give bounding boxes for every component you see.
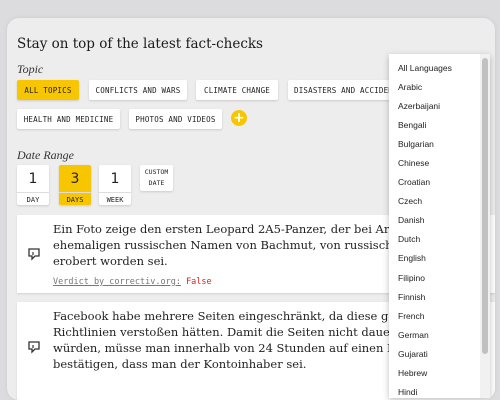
language-dropdown[interactable]: All Languages Arabic Azerbaijani Bengali… <box>389 54 490 398</box>
language-option[interactable]: Bengali <box>389 115 490 134</box>
date-option-number: 1 <box>28 171 38 187</box>
factcheck-widget: Stay on top of the latest fact-checks To… <box>7 18 495 400</box>
scrollbar-thumb[interactable] <box>482 58 488 354</box>
date-option-unit: DAY <box>17 192 49 204</box>
topic-chip-disasters-and-accidents[interactable]: DISASTERS AND ACCIDENTS <box>288 80 398 100</box>
language-list: All Languages Arabic Azerbaijani Bengali… <box>389 54 490 398</box>
topic-label: Topic <box>17 62 44 76</box>
language-option-all[interactable]: All Languages <box>389 58 490 77</box>
date-option-unit: WEEK <box>99 192 131 204</box>
language-option[interactable]: Hebrew <box>389 364 490 383</box>
topic-chip-all-topics[interactable]: ALL TOPICS <box>17 80 79 100</box>
add-topic-button[interactable]: + <box>231 110 247 126</box>
verdict: Verdict by correctiv.org: False <box>53 277 212 287</box>
language-option[interactable]: Dutch <box>389 230 490 249</box>
language-option[interactable]: Gujarati <box>389 344 490 363</box>
language-option[interactable]: Croatian <box>389 173 490 192</box>
date-option-1-day[interactable]: 1 DAY <box>17 165 49 205</box>
language-option[interactable]: Arabic <box>389 77 490 96</box>
date-option-number: 3 <box>70 171 80 187</box>
dropdown-scrollbar[interactable] <box>480 54 490 398</box>
language-option[interactable]: Bulgarian <box>389 134 490 153</box>
verdict-value: False <box>186 277 212 287</box>
date-option-1-week[interactable]: 1 WEEK <box>99 165 131 205</box>
language-option[interactable]: Azerbaijani <box>389 96 490 115</box>
date-option-custom[interactable]: CUSTOM DATE <box>140 165 173 191</box>
date-range-label: Date Range <box>17 148 74 162</box>
language-option[interactable]: Filipino <box>389 268 490 287</box>
language-option[interactable]: French <box>389 306 490 325</box>
topic-chip-conflicts-and-wars[interactable]: CONFLICTS AND WARS <box>89 80 187 100</box>
language-option[interactable]: Czech <box>389 192 490 211</box>
date-option-unit: DAYS <box>59 192 91 204</box>
date-option-3-days[interactable]: 3 DAYS <box>59 165 91 205</box>
date-option-number: 1 <box>110 171 120 187</box>
language-option[interactable]: Danish <box>389 211 490 230</box>
speech-bubble-icon <box>28 248 40 261</box>
language-option[interactable]: Finnish <box>389 287 490 306</box>
language-option[interactable]: Chinese <box>389 153 490 172</box>
verdict-source-link[interactable]: Verdict by correctiv.org: <box>53 277 181 287</box>
speech-bubble-icon <box>28 341 40 354</box>
language-option[interactable]: German <box>389 325 490 344</box>
topic-chip-photos-and-videos[interactable]: PHOTOS AND VIDEOS <box>129 109 222 129</box>
topic-chip-health-and-medicine[interactable]: HEALTH AND MEDICINE <box>17 109 120 129</box>
custom-date-line-1: CUSTOM <box>144 168 169 176</box>
widget-heading: Stay on top of the latest fact-checks <box>17 36 263 52</box>
custom-date-line-2: DATE <box>148 179 165 187</box>
language-option[interactable]: English <box>389 249 490 268</box>
language-option[interactable]: Hindi <box>389 383 490 398</box>
topic-chip-climate-change[interactable]: CLIMATE CHANGE <box>196 80 278 100</box>
